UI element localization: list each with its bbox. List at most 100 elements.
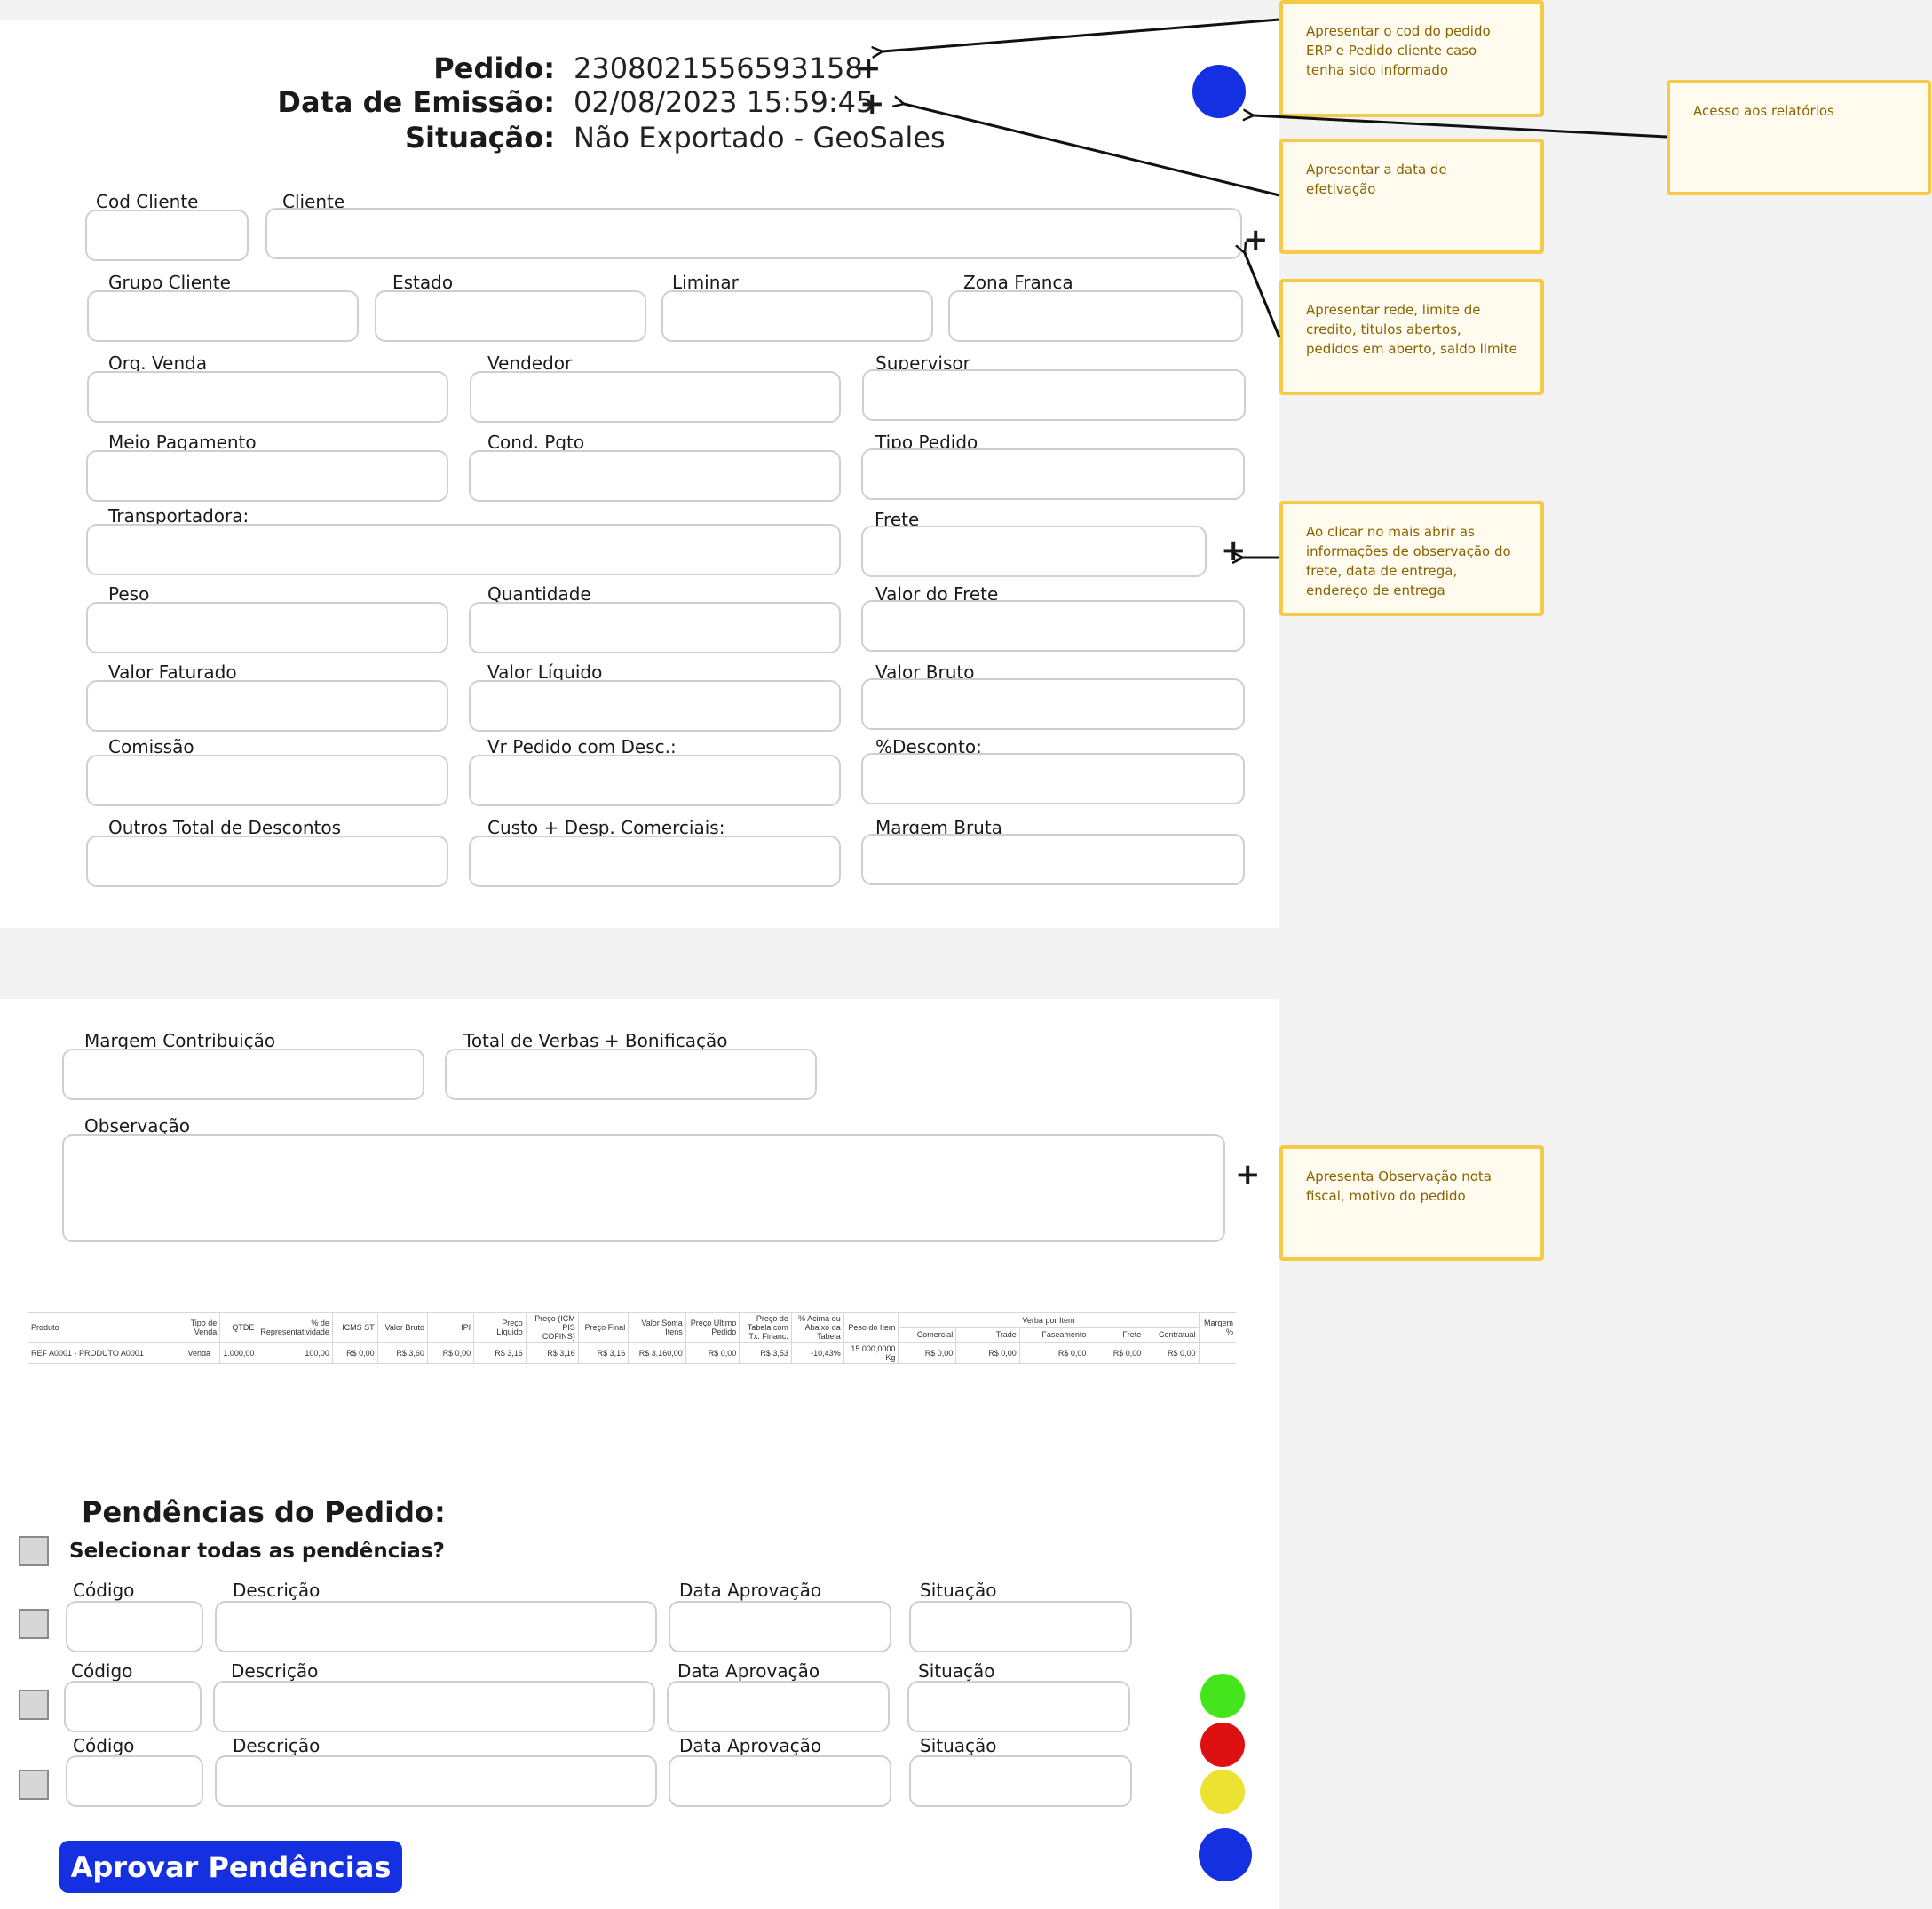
zona-franca-input[interactable] (948, 290, 1243, 342)
plus-icon[interactable]: + (859, 89, 885, 119)
annotation-note: Apresentar o cod do pedido ERP e Pedido … (1279, 0, 1544, 117)
cell-tipo-venda: Venda (178, 1342, 221, 1364)
plus-icon[interactable]: + (1221, 535, 1247, 566)
approve-pendencias-button[interactable]: Aprovar Pendências (59, 1841, 402, 1893)
status-green-icon[interactable] (1200, 1674, 1245, 1718)
transportadora-input[interactable] (86, 524, 841, 575)
codigo-input[interactable] (66, 1601, 203, 1652)
cell-preco-liquido: R$ 3,16 (473, 1342, 527, 1364)
vr-pedido-desc-input[interactable] (469, 755, 841, 806)
grupo-cliente-input[interactable] (87, 290, 359, 342)
status-blue-icon[interactable] (1199, 1828, 1252, 1881)
col-valor-soma: Valor Soma Itens (628, 1312, 686, 1343)
situacao-label: Situação (920, 1735, 997, 1756)
cell-pct-acima: -10,43% (791, 1342, 844, 1364)
codigo-input[interactable] (66, 1755, 203, 1807)
col-faseamento: Faseamento (1019, 1327, 1090, 1343)
cell-produto: REF A0001 - PRODUTO A0001 (28, 1342, 179, 1364)
codigo-input[interactable] (64, 1681, 202, 1732)
peso-input[interactable] (86, 602, 448, 653)
table-row[interactable]: REF A0001 - PRODUTO A0001 Venda 1.000,00… (28, 1342, 1236, 1364)
valor-faturado-input[interactable] (86, 680, 448, 732)
plus-icon[interactable]: + (1243, 225, 1269, 255)
cell-valor-bruto: R$ 3,60 (377, 1342, 428, 1364)
estado-input[interactable] (375, 290, 646, 342)
margem-bruta-input[interactable] (861, 834, 1245, 885)
emissao-label: Data de Emissão: (277, 85, 555, 119)
pendencia-checkbox[interactable] (19, 1609, 49, 1639)
cliente-input[interactable] (265, 208, 1242, 259)
descricao-label: Descrição (233, 1735, 321, 1756)
plus-icon[interactable]: + (856, 53, 882, 83)
items-table: Produto Tipo de Venda QTDE % de Represen… (28, 1312, 1236, 1364)
observacao-textarea[interactable] (62, 1134, 1225, 1242)
descricao-label: Descrição (231, 1660, 319, 1682)
col-preco-liquido: Preço Líquido (473, 1312, 527, 1343)
annotation-note: Apresentar rede, limite de credito, titu… (1279, 279, 1544, 395)
situacao-input[interactable] (909, 1755, 1132, 1807)
plus-icon[interactable]: + (1235, 1160, 1261, 1190)
table-header-row: Produto Tipo de Venda QTDE % de Represen… (28, 1312, 1236, 1343)
quantidade-input[interactable] (469, 602, 841, 653)
situacao-value: Não Exportado - GeoSales (574, 121, 946, 154)
col-ipi: IPI (427, 1312, 475, 1343)
tipo-pedido-input[interactable] (861, 448, 1245, 500)
situacao-input[interactable] (909, 1601, 1132, 1652)
situacao-label: Situação (918, 1660, 995, 1682)
cod-cliente-input[interactable] (85, 210, 249, 261)
valor-frete-input[interactable] (861, 600, 1245, 652)
col-valor-bruto: Valor Bruto (377, 1312, 428, 1343)
col-preco-final: Preço Final (578, 1312, 629, 1343)
custo-desp-input[interactable] (469, 836, 841, 887)
col-preco-ultimo: Preço Último Pedido (685, 1312, 740, 1343)
data-aprovacao-input[interactable] (669, 1755, 891, 1807)
col-comercial: Comercial (898, 1327, 957, 1343)
cell-trade: R$ 0,00 (955, 1342, 1020, 1364)
situacao-label: Situação (920, 1580, 997, 1601)
descricao-input[interactable] (213, 1681, 655, 1732)
cell-pct-repr: 100,00 (257, 1342, 333, 1364)
cell-contratual: R$ 0,00 (1144, 1342, 1200, 1364)
codigo-label: Código (71, 1660, 133, 1682)
col-frete: Frete (1089, 1327, 1145, 1343)
outros-descontos-input[interactable] (86, 836, 448, 887)
codigo-label: Código (73, 1735, 135, 1756)
liminar-input[interactable] (661, 290, 933, 342)
pct-desconto-input[interactable] (861, 753, 1245, 804)
descricao-input[interactable] (215, 1755, 657, 1807)
col-tipo-venda: Tipo de Venda (178, 1312, 221, 1343)
status-red-icon[interactable] (1200, 1723, 1245, 1767)
select-all-checkbox[interactable] (19, 1536, 49, 1566)
cell-peso-item: 15.000,0000 Kg (843, 1342, 899, 1364)
pendencia-checkbox[interactable] (19, 1690, 49, 1720)
pendencias-title: Pendências do Pedido: (82, 1495, 446, 1529)
vendedor-input[interactable] (470, 371, 841, 423)
comissao-input[interactable] (86, 755, 448, 806)
org-venda-input[interactable] (87, 371, 448, 423)
data-aprovacao-input[interactable] (669, 1601, 891, 1652)
data-aprovacao-label: Data Aprovação (679, 1580, 822, 1601)
col-preco-tabela: Preço de Tabela com Tx. Financ. (739, 1312, 792, 1343)
frete-input[interactable] (861, 526, 1207, 577)
valor-liquido-input[interactable] (469, 680, 841, 732)
cell-preco-final: R$ 3,16 (578, 1342, 629, 1364)
descricao-label: Descrição (233, 1580, 321, 1601)
valor-bruto-input[interactable] (861, 678, 1245, 730)
pendencia-checkbox[interactable] (19, 1770, 49, 1800)
meio-pagamento-input[interactable] (86, 450, 448, 502)
total-verbas-input[interactable] (445, 1049, 817, 1100)
margem-contribuicao-input[interactable] (62, 1049, 424, 1100)
situacao-input[interactable] (907, 1681, 1130, 1732)
data-aprovacao-input[interactable] (667, 1681, 890, 1732)
cond-pgto-input[interactable] (469, 450, 841, 502)
col-margem: Margem % (1199, 1312, 1236, 1343)
col-contratual: Contratual (1144, 1327, 1200, 1343)
cell-icms-st: R$ 0,00 (332, 1342, 378, 1364)
status-yellow-icon[interactable] (1200, 1770, 1245, 1814)
col-pct-repr: % de Representatividade (257, 1312, 333, 1343)
report-access-icon[interactable] (1192, 65, 1246, 118)
descricao-input[interactable] (215, 1601, 657, 1652)
situacao-label: Situação: (404, 121, 555, 154)
annotation-note: Ao clicar no mais abrir as informações d… (1279, 501, 1544, 616)
supervisor-input[interactable] (862, 369, 1246, 421)
